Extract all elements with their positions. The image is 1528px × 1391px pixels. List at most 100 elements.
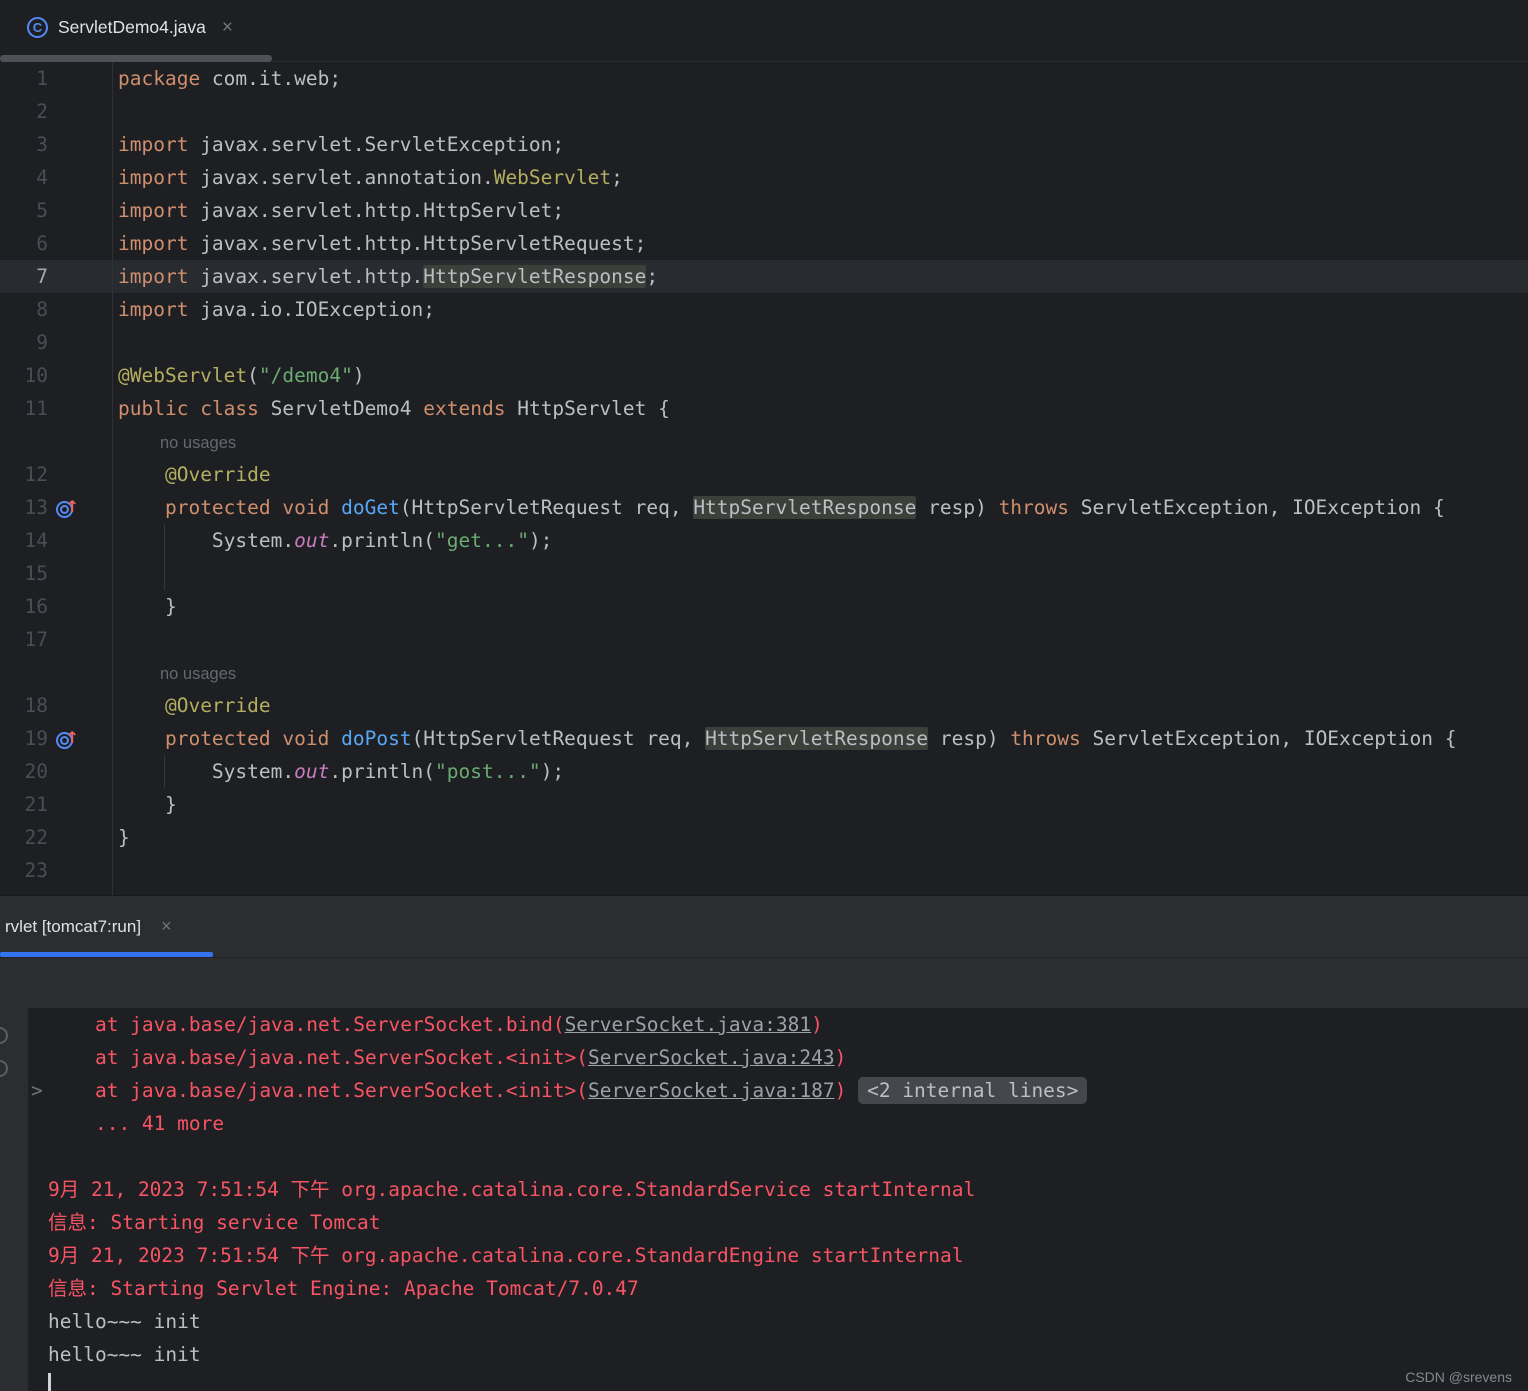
usages-inlay-hint[interactable]: no usages: [160, 434, 236, 452]
console-line: [0, 1371, 1528, 1391]
code-line: 8 import java.io.IOException;: [0, 293, 1528, 326]
console-text: 信息: Starting Servlet Engine: Apache Tomc…: [48, 1277, 639, 1300]
code-line: 20 System.out.println("post...");: [0, 755, 1528, 788]
stacktrace-link[interactable]: ServerSocket.java:187: [588, 1079, 835, 1102]
code-line: 15: [0, 557, 1528, 590]
code-line: 6 import javax.servlet.http.HttpServletRe…: [0, 227, 1528, 260]
gutter-cell: [48, 557, 112, 590]
code-line: 7 import javax.servlet.http.HttpServletRe…: [0, 260, 1528, 293]
gutter-cell: [48, 458, 112, 491]
line-number: 22: [24, 826, 48, 849]
gutter-cell: [48, 293, 112, 326]
code-text: no usages: [118, 656, 236, 689]
console-line: at java.base/java.net.ServerSocket.bind(…: [0, 1008, 1528, 1041]
console-text: at java.base/java.net.ServerSocket.bind(: [48, 1013, 565, 1036]
code-line: 1 package com.it.web;: [0, 62, 1528, 95]
watermark: CSDN @srevens: [1405, 1369, 1512, 1385]
console-text: hello~~~ init: [48, 1310, 201, 1333]
usages-inlay-hint[interactable]: no usages: [160, 665, 236, 683]
code-line: 12 @Override: [0, 458, 1528, 491]
override-method-icon[interactable]: ↑: [56, 728, 79, 750]
inlay-hint-row: no usages: [0, 656, 1528, 689]
line-number: 3: [36, 133, 48, 156]
editor-tab[interactable]: C ServletDemo4.java ×: [0, 0, 247, 55]
line-number: 11: [24, 397, 48, 420]
console-line: 9月 21, 2023 7:51:54 下午 org.apache.catali…: [0, 1173, 1528, 1206]
editor-tab-title: ServletDemo4.java: [58, 17, 206, 37]
code-line: 2: [0, 95, 1528, 128]
active-tab-underline: [0, 952, 213, 957]
code-line: 9: [0, 326, 1528, 359]
console-text: at java.base/java.net.ServerSocket.<init…: [48, 1079, 589, 1102]
console-lines: at java.base/java.net.ServerSocket.bind(…: [0, 1008, 1528, 1391]
gutter-cell: [48, 227, 112, 260]
gutter-cell: [48, 590, 112, 623]
line-number: 21: [24, 793, 48, 816]
line-number: 7: [36, 265, 48, 288]
run-toolwindow-header: rvlet [tomcat7:run] ×: [0, 895, 1528, 1008]
line-number: 2: [36, 100, 48, 123]
console-text: ): [811, 1013, 823, 1036]
console-text: ): [834, 1079, 859, 1102]
indent-guide: [164, 755, 165, 788]
ide-window: C ServletDemo4.java × 1 package com.it.we…: [0, 0, 1528, 1391]
gutter-cell: [48, 326, 112, 359]
code-text: System.out.println("post...");: [118, 760, 565, 783]
gutter-cell: [48, 62, 112, 95]
line-number: 9: [36, 331, 48, 354]
gutter-divider: [112, 62, 113, 895]
code-line: 23: [0, 854, 1528, 887]
gutter-cell: [48, 425, 112, 458]
code-text: protected void doGet(HttpServletRequest …: [164, 496, 1445, 519]
code-text: import java.io.IOException;: [118, 298, 435, 321]
console-text: ): [834, 1046, 847, 1069]
gutter-cell: [48, 194, 112, 227]
code-text: }: [118, 793, 177, 816]
code-text: import javax.servlet.annotation.WebServl…: [118, 166, 623, 189]
override-method-icon[interactable]: ↑: [56, 497, 79, 519]
code-text: System.out.println("get...");: [118, 529, 553, 552]
console-line: hello~~~ init: [0, 1305, 1528, 1338]
gutter-cell: [48, 788, 112, 821]
line-number: 8: [36, 298, 48, 321]
gutter-cell: [48, 95, 112, 128]
code-text: }: [118, 595, 177, 618]
stacktrace-link[interactable]: ServerSocket.java:243: [588, 1046, 835, 1069]
gutter-cell: [48, 524, 112, 557]
editor-pane[interactable]: 1 package com.it.web; 2 3 import javax.servl…: [0, 62, 1528, 895]
code-text: no usages: [118, 425, 236, 458]
folded-lines-chip[interactable]: <2 internal lines>: [858, 1077, 1088, 1104]
editor-rows: 1 package com.it.web; 2 3 import javax.servl…: [0, 62, 1528, 887]
java-class-icon: C: [27, 17, 48, 38]
console-text: at java.base/java.net.ServerSocket.<init…: [48, 1046, 589, 1069]
gutter-cell: [48, 689, 112, 722]
run-tab[interactable]: rvlet [tomcat7:run] ×: [0, 896, 180, 957]
stacktrace-link[interactable]: ServerSocket.java:381: [565, 1013, 812, 1036]
gutter-cell: ↑: [48, 491, 112, 524]
line-number: 15: [24, 562, 48, 585]
console-output[interactable]: at java.base/java.net.ServerSocket.bind(…: [0, 1008, 1528, 1391]
code-text: @Override: [164, 694, 271, 717]
gutter-cell: [48, 359, 112, 392]
line-number: 18: [24, 694, 48, 717]
line-number: 13: [24, 496, 48, 519]
code-line: 19 ↑ protected void doPost(HttpServletReq…: [0, 722, 1528, 755]
gutter-cell: [48, 161, 112, 194]
code-text: @Override: [164, 463, 271, 486]
code-text: import javax.servlet.http.HttpServletReq…: [118, 232, 647, 255]
line-number: 16: [24, 595, 48, 618]
fold-chevron-icon[interactable]: >: [31, 1074, 43, 1107]
line-number: 10: [24, 364, 48, 387]
code-line: 10 @WebServlet("/demo4"): [0, 359, 1528, 392]
code-text: import javax.servlet.ServletException;: [118, 133, 565, 156]
console-line: 信息: Starting Servlet Engine: Apache Tomc…: [0, 1272, 1528, 1305]
gutter-cell: [48, 656, 112, 689]
close-icon[interactable]: ×: [222, 17, 233, 39]
code-line: 4 import javax.servlet.annotation.WebServ…: [0, 161, 1528, 194]
code-line: 5 import javax.servlet.http.HttpServlet;: [0, 194, 1528, 227]
close-icon[interactable]: ×: [161, 916, 172, 937]
code-line: 13 ↑ protected void doGet(HttpServletRequ…: [0, 491, 1528, 524]
code-line: 14 System.out.println("get...");: [0, 524, 1528, 557]
console-line: at java.base/java.net.ServerSocket.<init…: [0, 1041, 1528, 1074]
